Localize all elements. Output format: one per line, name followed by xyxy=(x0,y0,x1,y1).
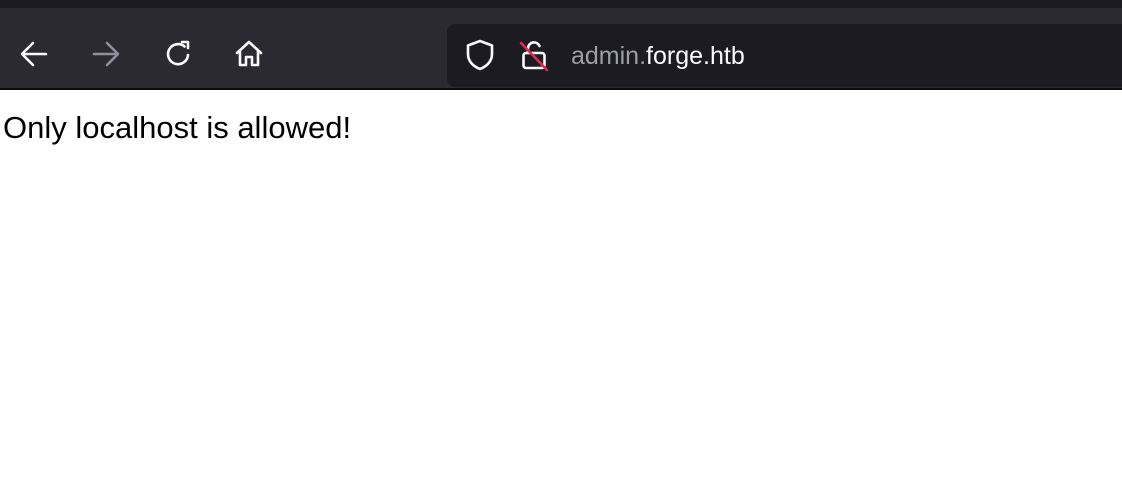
arrow-left-icon xyxy=(20,41,48,67)
url-text[interactable]: admin.forge.htb xyxy=(571,41,745,71)
reload-button[interactable] xyxy=(156,32,200,76)
page-content: Only localhost is allowed! xyxy=(0,90,1122,482)
browser-window: admin.forge.htb Only localhost is allowe… xyxy=(0,0,1122,482)
insecure-lock-icon[interactable] xyxy=(517,37,551,73)
home-button[interactable] xyxy=(227,32,271,76)
home-icon xyxy=(235,40,263,67)
shield-icon[interactable] xyxy=(463,38,497,72)
forward-button[interactable] xyxy=(84,32,128,76)
url-subdomain: admin. xyxy=(571,42,647,70)
back-button[interactable] xyxy=(12,32,56,76)
reload-icon xyxy=(166,40,190,66)
navigation-toolbar: admin.forge.htb xyxy=(0,8,1122,88)
url-domain: forge.htb xyxy=(646,42,745,70)
tab-strip xyxy=(0,0,1122,8)
page-message: Only localhost is allowed! xyxy=(3,110,352,145)
arrow-right-icon xyxy=(92,41,120,67)
url-bar[interactable]: admin.forge.htb xyxy=(447,24,1122,87)
